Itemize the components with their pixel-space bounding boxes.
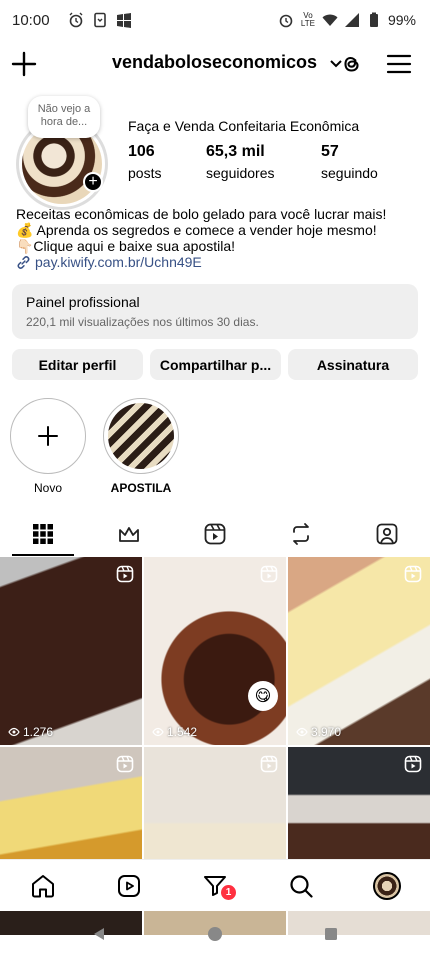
screenshot-icon bbox=[93, 12, 106, 28]
clock: 10:00 bbox=[12, 11, 50, 29]
alarm-icon-right bbox=[279, 14, 293, 28]
stat-label: seguidores bbox=[206, 165, 275, 181]
grid-icon bbox=[33, 524, 53, 544]
home-circle-icon[interactable] bbox=[207, 926, 223, 942]
tab-subscriptions[interactable] bbox=[86, 512, 172, 556]
highlight-label: APOSTILA bbox=[110, 481, 172, 495]
nav-profile[interactable] bbox=[344, 871, 430, 900]
stat-followers[interactable]: 65,3 mil seguidores bbox=[206, 143, 321, 181]
search-icon bbox=[290, 874, 313, 898]
eye-icon bbox=[296, 727, 308, 737]
nav-reels[interactable] bbox=[86, 873, 172, 899]
wifi-icon bbox=[322, 14, 338, 26]
nav-activity[interactable]: 1 bbox=[172, 873, 258, 900]
display-name: Faça e Venda Confeitaria Econômica bbox=[128, 118, 360, 134]
reel-icon bbox=[404, 755, 422, 773]
view-count: 3.970 bbox=[296, 725, 341, 739]
profile-header: vendaboloseconomicos bbox=[0, 44, 430, 84]
highlight-apostila[interactable]: APOSTILA bbox=[103, 398, 179, 495]
highlight-cover-image bbox=[108, 403, 174, 469]
stat-posts[interactable]: 106 posts bbox=[128, 143, 208, 181]
tab-reposts[interactable] bbox=[258, 512, 344, 556]
account-switcher[interactable]: vendaboloseconomicos bbox=[112, 52, 343, 73]
bottom-navigation: 1 bbox=[0, 859, 430, 911]
bio-line: Receitas econômicas de bolo gelado para … bbox=[16, 206, 387, 222]
nav-search[interactable] bbox=[258, 873, 344, 899]
threads-icon[interactable] bbox=[337, 50, 365, 78]
crown-icon bbox=[119, 527, 139, 542]
battery-percent: 99% bbox=[387, 12, 416, 28]
reel-icon bbox=[116, 755, 134, 773]
profile-avatar-small bbox=[373, 871, 401, 900]
edit-profile-button[interactable]: Editar perfil bbox=[12, 349, 143, 380]
link-icon bbox=[17, 255, 30, 269]
highlight-label: Novo bbox=[33, 481, 62, 495]
battery-icon bbox=[369, 12, 378, 27]
view-count-value: 1.542 bbox=[167, 725, 198, 739]
emoji-sticker: 😋 bbox=[248, 681, 278, 711]
stat-label: seguindo bbox=[321, 165, 378, 181]
reel-icon bbox=[116, 565, 134, 583]
share-profile-button[interactable]: Compartilhar p... bbox=[150, 349, 281, 380]
back-icon[interactable] bbox=[91, 926, 107, 942]
alarm-icon bbox=[69, 12, 83, 28]
grid-post[interactable]: 1.276 bbox=[0, 557, 142, 745]
eye-icon bbox=[8, 727, 20, 737]
grid-post[interactable]: 3.970 bbox=[288, 557, 430, 745]
view-count-value: 1.276 bbox=[23, 725, 54, 739]
pro-panel-subtitle: 220,1 mil visualizações nos últimos 30 d… bbox=[26, 315, 259, 329]
signal-icon bbox=[344, 13, 359, 27]
grid-post[interactable]: 😋 1.542 bbox=[144, 557, 286, 745]
stat-following[interactable]: 57 seguindo bbox=[321, 143, 401, 181]
bio-link-text: pay.kiwify.com.br/Uchn49E bbox=[35, 254, 202, 270]
view-count: 1.542 bbox=[152, 725, 197, 739]
bio: Receitas econômicas de bolo gelado para … bbox=[16, 206, 416, 270]
subscription-button[interactable]: Assinatura bbox=[288, 349, 418, 380]
tab-grid[interactable] bbox=[0, 512, 86, 556]
view-count-value: 3.970 bbox=[311, 725, 342, 739]
bio-line: 👇🏻Clique aqui e baixe sua apostila! bbox=[16, 238, 236, 254]
tab-reels[interactable] bbox=[172, 512, 258, 556]
system-navigation bbox=[0, 912, 430, 956]
plus-icon bbox=[38, 426, 58, 446]
note-bubble[interactable]: Não vejo a hora de... bbox=[28, 96, 100, 138]
stat-label: posts bbox=[128, 165, 162, 181]
notification-badge: 1 bbox=[221, 884, 236, 900]
reel-icon bbox=[260, 755, 278, 773]
eye-icon bbox=[152, 727, 164, 737]
home-icon bbox=[32, 874, 54, 897]
windows-icon bbox=[116, 13, 131, 28]
reel-icon bbox=[260, 565, 278, 583]
tab-tagged[interactable] bbox=[344, 512, 430, 556]
reels-icon bbox=[118, 874, 140, 897]
highlight-new[interactable]: Novo bbox=[10, 398, 86, 495]
reels-icon bbox=[204, 523, 226, 545]
profile-stats: 106 posts 65,3 mil seguidores 57 seguind… bbox=[128, 143, 401, 181]
add-story-icon[interactable]: + bbox=[83, 172, 103, 192]
highlight-circle bbox=[103, 398, 179, 474]
stat-value: 57 bbox=[321, 143, 339, 160]
profile-actions: Editar perfil Compartilhar p... Assinatu… bbox=[12, 349, 418, 380]
tagged-icon bbox=[376, 523, 398, 545]
profile-tabs bbox=[0, 512, 430, 556]
stat-value: 65,3 mil bbox=[206, 143, 265, 160]
professional-dashboard[interactable]: Painel profissional 220,1 mil visualizaç… bbox=[12, 284, 418, 339]
highlight-circle bbox=[10, 398, 86, 474]
reel-icon bbox=[404, 565, 422, 583]
repost-icon bbox=[293, 523, 309, 545]
pro-panel-title: Painel profissional bbox=[26, 294, 140, 310]
hamburger-menu-icon[interactable] bbox=[386, 50, 412, 78]
stat-value: 106 bbox=[128, 143, 155, 160]
recents-icon[interactable] bbox=[323, 926, 339, 942]
view-count: 1.276 bbox=[8, 725, 53, 739]
username: vendaboloseconomicos bbox=[112, 52, 318, 72]
bio-link[interactable]: pay.kiwify.com.br/Uchn49E bbox=[16, 254, 416, 270]
volte-indicator: Vo LTE bbox=[300, 11, 315, 28]
status-bar: 10:00 Vo LTE 99% bbox=[0, 0, 430, 40]
bio-line: 💰 Aprenda os segredos e comece a vender … bbox=[16, 222, 377, 238]
nav-home[interactable] bbox=[0, 873, 86, 899]
create-icon[interactable] bbox=[10, 50, 38, 78]
